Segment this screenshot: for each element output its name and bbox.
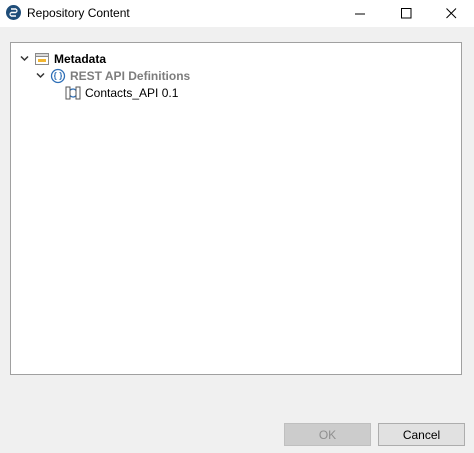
maximize-icon [400,8,411,19]
close-button[interactable] [428,0,474,27]
app-icon [6,5,21,20]
rest-api-icon [50,68,66,84]
repository-tree[interactable]: Metadata REST API Definitions Contacts_A… [10,42,462,375]
close-icon [445,8,456,19]
title-bar: Repository Content [0,0,474,27]
tree-item-label: REST API Definitions [70,68,191,83]
maximize-button[interactable] [383,0,429,27]
tree-item-metadata[interactable]: Metadata [19,50,106,67]
chevron-down-icon[interactable] [19,53,30,64]
ok-button[interactable]: OK [284,423,371,446]
tree-item-label: Contacts_API 0.1 [85,85,179,100]
tree-item-rest-api-definitions[interactable]: REST API Definitions [35,67,190,84]
tree-item-contacts-api[interactable]: Contacts_API 0.1 [65,84,178,101]
window-title: Repository Content [27,6,130,20]
api-definition-icon [65,85,81,101]
cancel-button[interactable]: Cancel [378,423,465,446]
chevron-down-icon[interactable] [35,70,46,81]
minimize-icon [354,13,365,15]
metadata-icon [34,51,50,67]
tree-item-label: Metadata [54,51,107,66]
minimize-button[interactable] [337,0,383,27]
